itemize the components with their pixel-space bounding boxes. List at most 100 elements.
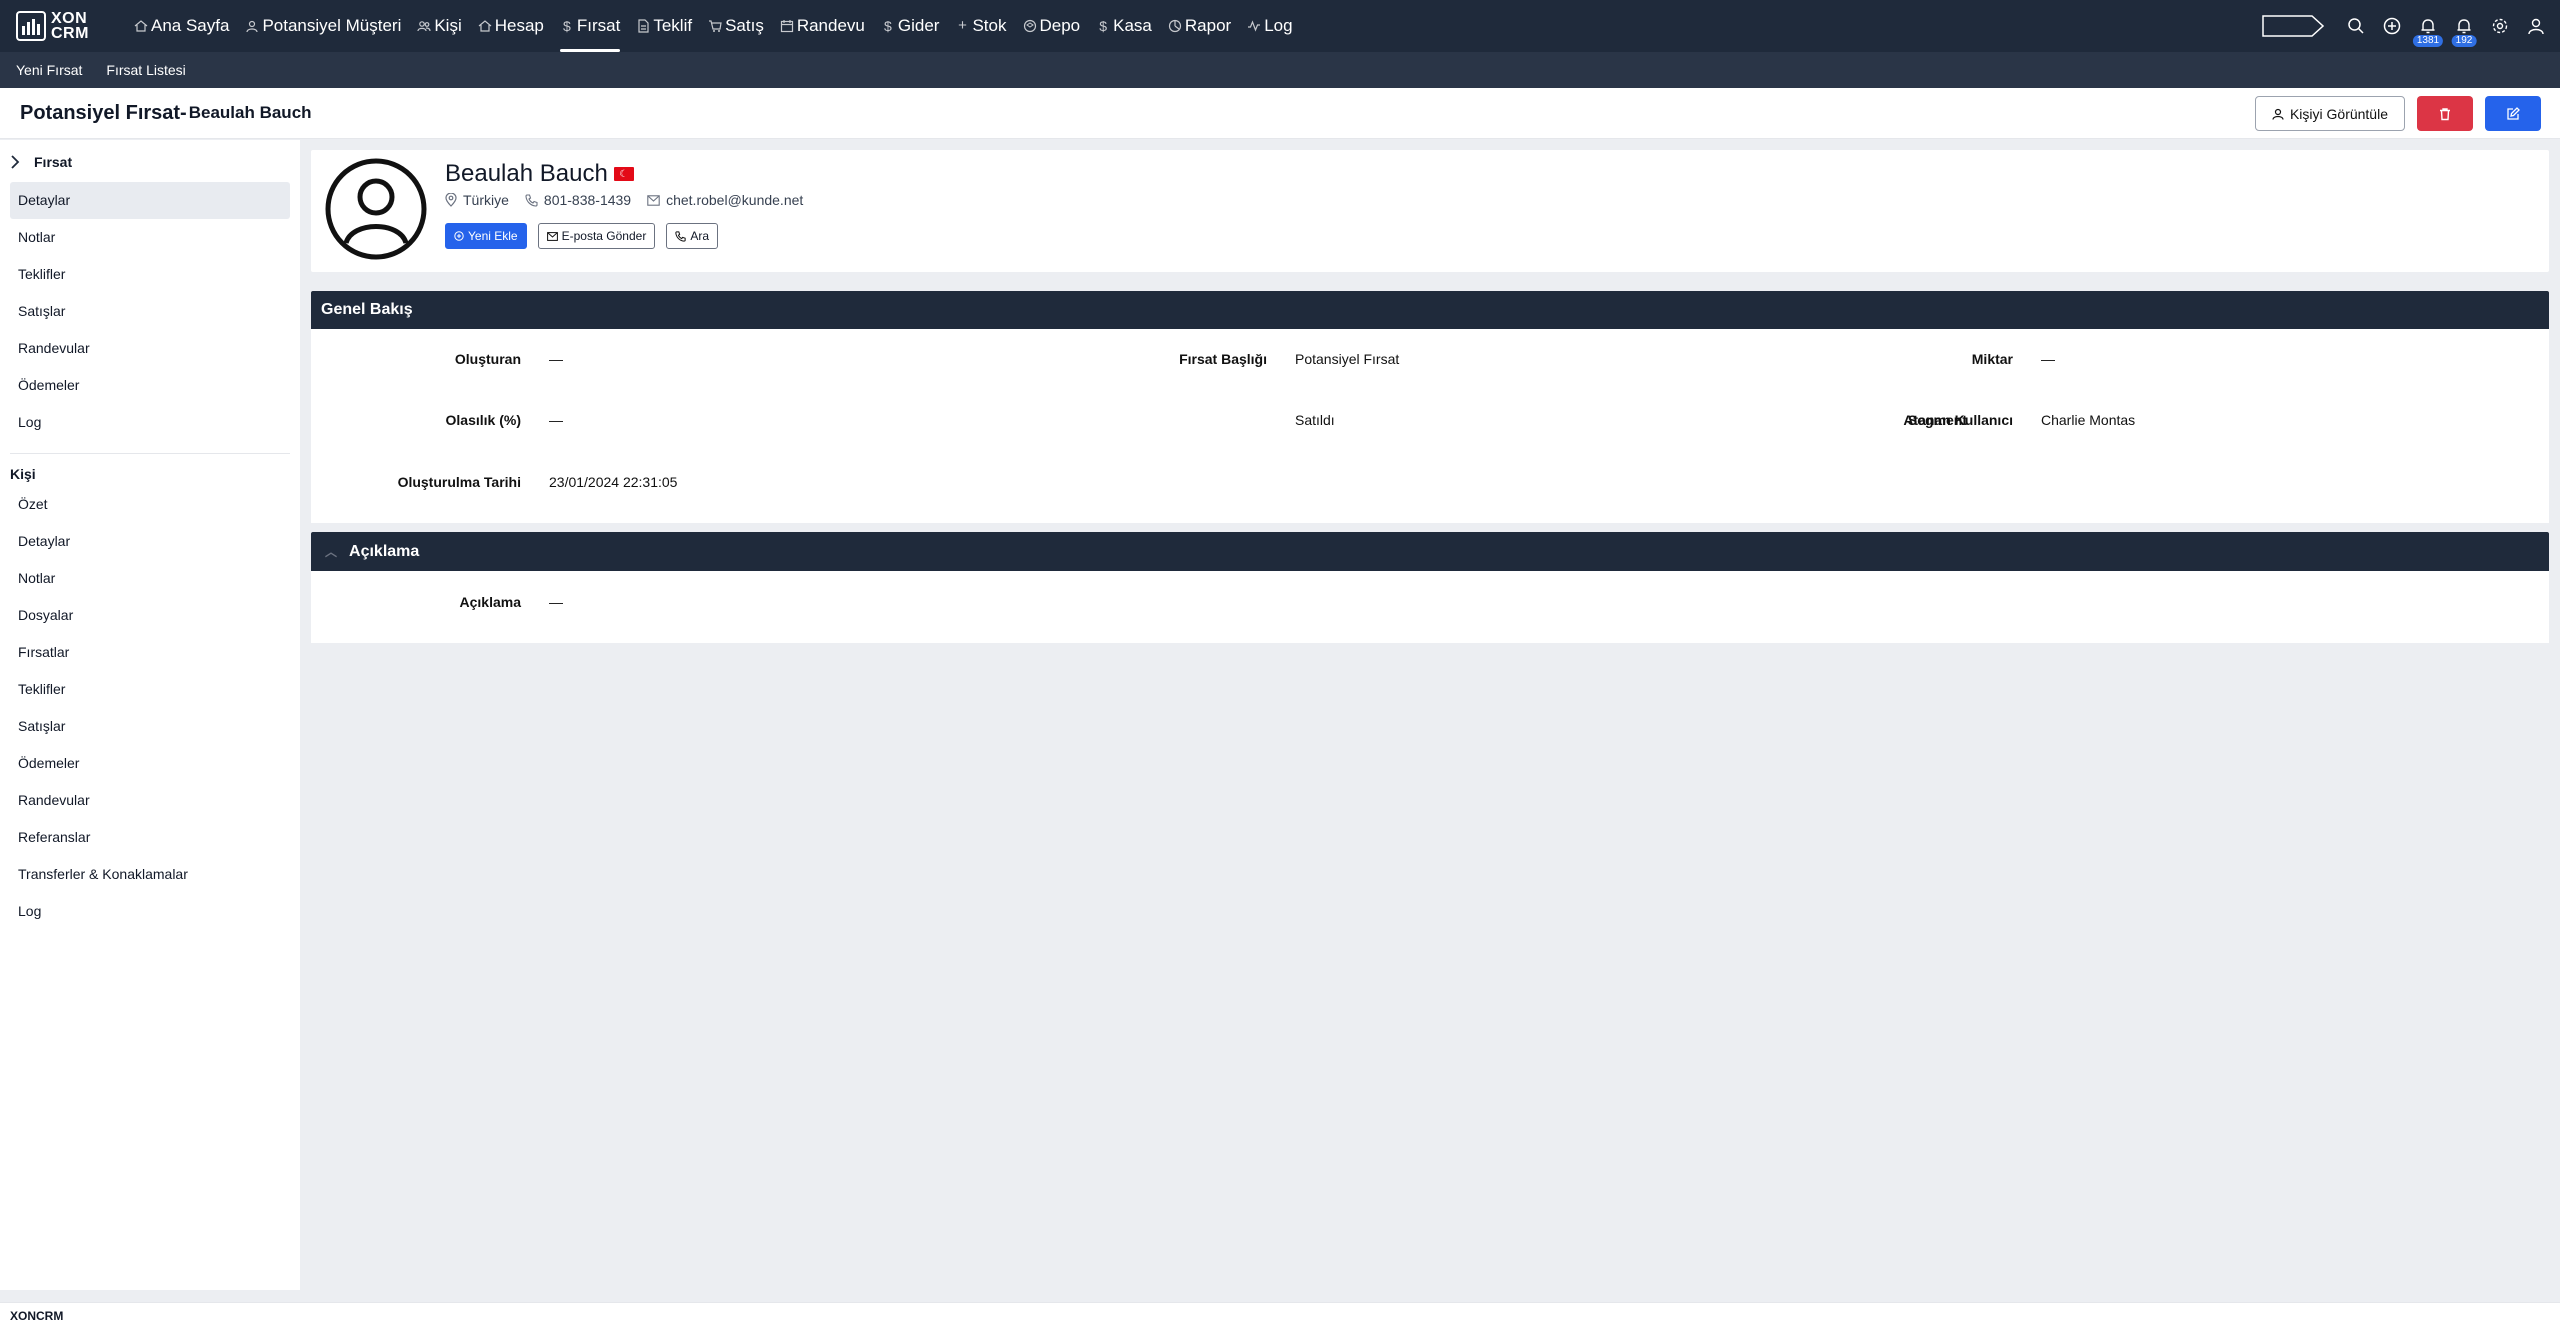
nav-item-label: Ana Sayfa [151, 16, 230, 35]
field-value: — [2041, 351, 2055, 367]
nav-item-ana-sayfa[interactable]: Ana Sayfa [126, 0, 237, 52]
notification-badge: 1381 [2412, 35, 2444, 47]
sidebar-item-referanslar[interactable]: Referanslar [0, 819, 290, 856]
nav-item-gider[interactable]: $ Gider [873, 0, 948, 52]
contact-email[interactable]: chet.robel@kunde.net [647, 192, 803, 208]
new-opportunity-link[interactable]: Yeni Fırsat [16, 62, 82, 78]
logo-icon [16, 11, 46, 41]
nav-item-satis[interactable]: Satış [700, 0, 772, 52]
sidebar-item-satislar[interactable]: Satışlar [0, 708, 290, 745]
nav-item-firsat[interactable]: $ Fırsat [552, 0, 628, 52]
sidebar-item-teklifler[interactable]: Teklifler [0, 671, 290, 708]
edit-icon [2507, 106, 2520, 120]
call-label: Ara [690, 229, 709, 243]
sidebar-item-satislar[interactable]: Satışlar [0, 293, 290, 330]
cart-icon [709, 20, 722, 32]
header-actions: Kişiyi Görüntüle [2254, 96, 2541, 131]
nav-item-potansiyel-musteri[interactable]: Potansiyel Müşteri [237, 0, 409, 52]
nav-item-label: Kişi [434, 16, 462, 35]
overview-title: Genel Bakış [321, 301, 413, 318]
overview-row: Oluşturulma Tarihi 23/01/2024 22:31:05 [311, 474, 2549, 504]
plus-icon: + [958, 17, 967, 34]
sidebar-item-detaylar[interactable]: Detaylar [10, 182, 290, 219]
description-row: Açıklama — [311, 594, 2549, 624]
nav-item-log[interactable]: Log [1239, 0, 1300, 52]
opportunity-list-link[interactable]: Fırsat Listesi [106, 62, 185, 78]
document-icon [638, 19, 649, 33]
contact-phone[interactable]: 801-838-1439 [525, 192, 631, 208]
field-label: Olasılık (%) [445, 412, 521, 428]
contact-name-row: Beaulah Bauch ☾ [445, 160, 634, 188]
description-panel-header[interactable]: ︿ Açıklama [311, 532, 2549, 571]
dollar-icon: $ [1099, 18, 1108, 34]
nav-item-rapor[interactable]: Rapor [1160, 0, 1239, 52]
contact-email-text: chet.robel@kunde.net [666, 192, 804, 208]
edit-button[interactable] [2485, 96, 2541, 131]
sidebar-item-randevular[interactable]: Randevular [0, 782, 290, 819]
trash-icon [2440, 107, 2450, 120]
bell-icon [2421, 19, 2435, 34]
chevron-right-icon [11, 155, 20, 169]
top-navbar: XON CRM Ana Sayfa Potansiyel Müşteri Kiş… [0, 0, 2560, 52]
sidebar-item-detaylar[interactable]: Detaylar [0, 523, 290, 560]
users-icon [417, 21, 431, 32]
settings-button[interactable] [2482, 0, 2518, 52]
nav-item-label: Fırsat [576, 16, 621, 35]
nav-item-label: Satış [725, 16, 764, 35]
overview-panel-header[interactable]: Genel Bakış [311, 291, 2549, 329]
nav-item-label: Stok [972, 16, 1007, 35]
sidebar-item-log[interactable]: Log [0, 404, 290, 441]
field-label: Oluşturan [454, 351, 521, 367]
field-label: Açıklama [459, 594, 521, 610]
sub-navbar: Yeni Fırsat Fırsat Listesi [0, 52, 2560, 88]
sidebar-item-randevular[interactable]: Randevular [0, 330, 290, 367]
sidebar-item-odemeler[interactable]: Ödemeler [0, 745, 290, 782]
call-button[interactable]: Ara [666, 223, 718, 249]
sidebar-item-transferler[interactable]: Transferler & Konaklamalar [0, 856, 290, 893]
plus-circle-icon [2383, 17, 2401, 35]
profile-button[interactable] [2518, 0, 2554, 52]
add-button[interactable] [2374, 0, 2410, 52]
contact-actions: Yeni Ekle E-posta Gönder Ara [445, 223, 729, 249]
building-icon [478, 20, 492, 32]
nav-item-teklif[interactable]: Teklif [628, 0, 700, 52]
activity-icon [1248, 20, 1261, 32]
field-value: — [549, 412, 563, 428]
nav-item-label: Kasa [1113, 16, 1152, 35]
nav-item-kasa[interactable]: $ Kasa [1088, 0, 1160, 52]
sidebar-section-firsat[interactable]: Fırsat [0, 142, 300, 182]
field-value: Charlie Montas [2041, 412, 2136, 428]
sidebar-item-firsatlar[interactable]: Fırsatlar [0, 634, 290, 671]
sidebar-item-log[interactable]: Log [0, 893, 290, 930]
nav-item-stok[interactable]: + Stok [947, 0, 1014, 52]
sidebar-item-notlar[interactable]: Notlar [0, 219, 290, 256]
send-email-button[interactable]: E-posta Gönder [537, 223, 656, 249]
gear-icon [2492, 18, 2508, 34]
delete-button[interactable] [2417, 96, 2473, 131]
nav-item-depo[interactable]: Depo [1015, 0, 1089, 52]
logo-text-top: XON [51, 10, 88, 27]
mail-icon [647, 194, 660, 206]
sidebar-item-dosyalar[interactable]: Dosyalar [0, 597, 290, 634]
nav-item-hesap[interactable]: Hesap [470, 0, 552, 52]
sidebar-item-odemeler[interactable]: Ödemeler [0, 367, 290, 404]
bell-icon [2457, 19, 2471, 34]
overview-row: Oluşturan — Fırsat Başlığı Potansiyel Fı… [311, 351, 2549, 381]
sidebar-item-teklifler[interactable]: Teklifler [0, 256, 290, 293]
sidebar-item-notlar[interactable]: Notlar [0, 560, 290, 597]
search-button[interactable] [2338, 0, 2374, 52]
user-icon [2272, 108, 2284, 120]
notifications-button[interactable]: 1381 [2410, 0, 2446, 52]
sidebar-item-ozet[interactable]: Özet [0, 486, 290, 523]
nav-item-kisi[interactable]: Kişi [409, 0, 469, 52]
view-contact-button[interactable]: Kişiyi Görüntüle [2254, 96, 2405, 131]
app-logo[interactable]: XON CRM [16, 8, 112, 44]
nav-item-randevu[interactable]: Randevu [772, 0, 873, 52]
tag-shape-icon[interactable] [2262, 15, 2324, 37]
alerts-button[interactable]: 192 [2446, 0, 2482, 52]
add-new-button[interactable]: Yeni Ekle [445, 223, 527, 249]
chevron-up-icon: ︿ [325, 545, 338, 559]
nav-item-label: Potansiyel Müşteri [262, 16, 402, 35]
sidebar-section-title: Fırsat [34, 154, 73, 170]
contact-country-text: Türkiye [463, 192, 509, 208]
